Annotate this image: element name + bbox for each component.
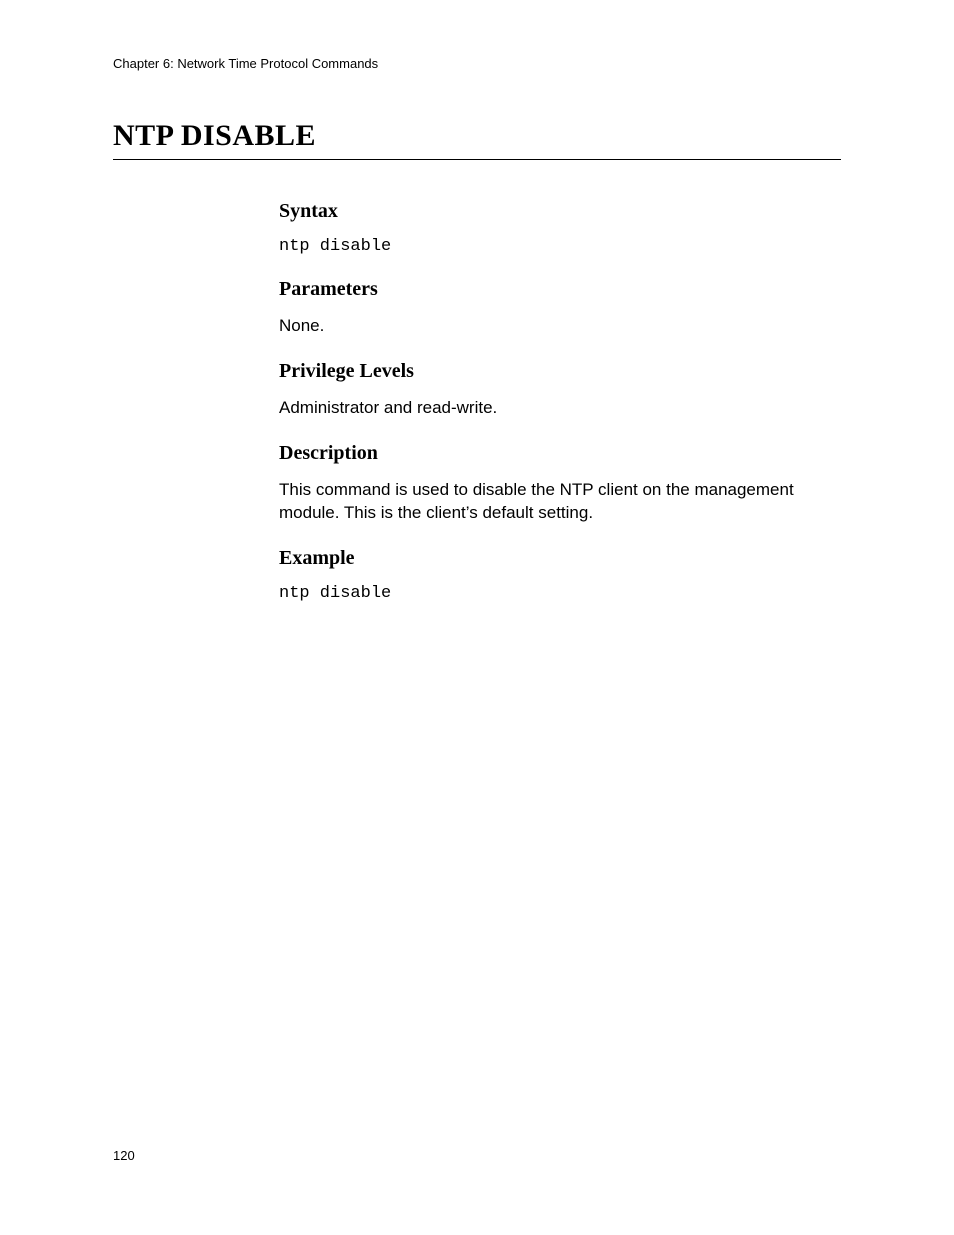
page-title: NTP DISABLE xyxy=(113,119,841,153)
heading-privilege-levels: Privilege Levels xyxy=(279,360,841,383)
heading-syntax: Syntax xyxy=(279,200,841,223)
example-code: ntp disable xyxy=(279,584,841,603)
description-text: This command is used to disable the NTP … xyxy=(279,479,841,525)
privilege-text: Administrator and read-write. xyxy=(279,397,841,420)
title-block: NTP DISABLE xyxy=(113,119,841,160)
body-column: Syntax ntp disable Parameters None. Priv… xyxy=(279,200,841,603)
running-header: Chapter 6: Network Time Protocol Command… xyxy=(113,56,841,71)
page: Chapter 6: Network Time Protocol Command… xyxy=(0,0,954,1235)
heading-example: Example xyxy=(279,547,841,570)
syntax-code: ntp disable xyxy=(279,237,841,256)
parameters-text: None. xyxy=(279,315,841,338)
heading-parameters: Parameters xyxy=(279,278,841,301)
heading-description: Description xyxy=(279,442,841,465)
page-number: 120 xyxy=(113,1148,135,1163)
